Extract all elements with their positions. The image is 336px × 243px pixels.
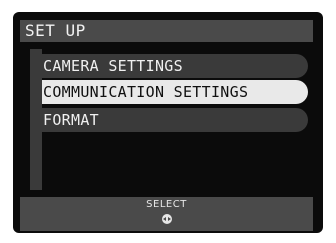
arrow-right-icon [168, 217, 171, 221]
arrow-left-icon [163, 217, 166, 221]
camera-menu-screen: SET UP CAMERA SETTINGS COMMUNICATION SET… [13, 12, 323, 233]
select-hint-label: SELECT [146, 199, 187, 210]
menu-item-format[interactable]: FORMAT [42, 108, 308, 132]
menu-item-camera-settings[interactable]: CAMERA SETTINGS [42, 54, 308, 78]
menu-item-label: FORMAT [43, 111, 99, 129]
menu-item-communication-settings[interactable]: COMMUNICATION SETTINGS [42, 80, 308, 104]
dial-left-right-icon [162, 214, 172, 224]
title-bar: SET UP [20, 20, 313, 42]
menu-item-label: CAMERA SETTINGS [43, 57, 183, 75]
menu-item-label: COMMUNICATION SETTINGS [43, 83, 249, 101]
menu-title: SET UP [25, 21, 86, 40]
menu-side-bar [30, 49, 42, 190]
footer-bar: SELECT [20, 197, 313, 231]
